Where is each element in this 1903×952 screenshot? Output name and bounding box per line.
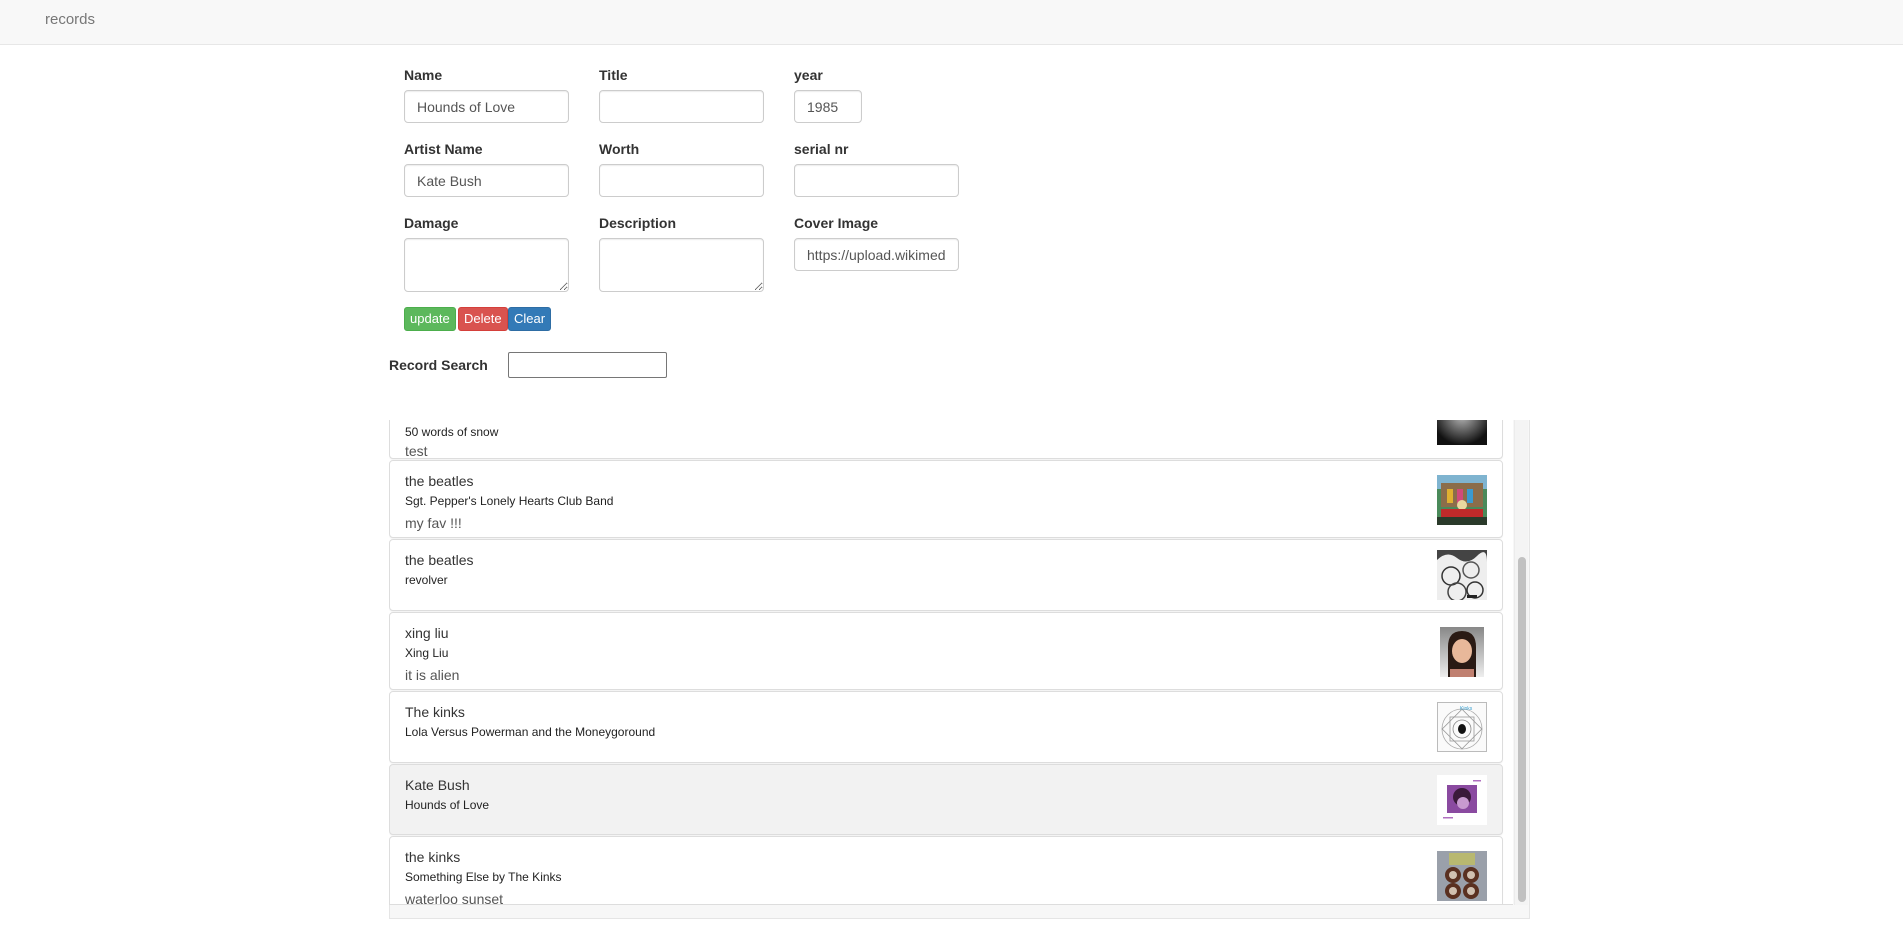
- record-description: test: [405, 443, 428, 459]
- cover-image-label: Cover Image: [794, 215, 879, 231]
- artist-name-input[interactable]: [404, 164, 569, 197]
- record-description: waterloo sunset: [405, 891, 504, 905]
- serial-nr-input[interactable]: [794, 164, 959, 197]
- record-search-input[interactable]: [508, 352, 667, 378]
- record-title: revolver: [405, 573, 448, 587]
- record-title: Hounds of Love: [405, 798, 490, 812]
- description-textarea[interactable]: [599, 238, 764, 292]
- record-title: Lola Versus Powerman and the Moneygoroun…: [405, 725, 656, 739]
- record-artist: the beatles: [405, 473, 474, 489]
- scrollbar-thumb[interactable]: [1518, 557, 1526, 902]
- record-artist: Kate Bush: [405, 777, 470, 793]
- something-else-cover-icon: [1437, 851, 1487, 901]
- portrait-photo-icon: [1440, 627, 1484, 677]
- record-item[interactable]: the beatles Sgt. Pepper's Lonely Hearts …: [389, 460, 1503, 538]
- svg-text:Kinks: Kinks: [1460, 706, 1473, 712]
- hounds-of-love-cover-icon: [1437, 775, 1487, 825]
- sgt-pepper-cover-icon: [1437, 475, 1487, 525]
- clear-button[interactable]: Clear: [508, 307, 552, 331]
- record-title: Sgt. Pepper's Lonely Hearts Club Band: [405, 494, 614, 508]
- worth-input[interactable]: [599, 164, 764, 197]
- year-input[interactable]: [794, 90, 862, 123]
- records-scrollbar[interactable]: [1514, 420, 1528, 905]
- dark-gray-cover-icon: [1437, 420, 1487, 445]
- update-button[interactable]: update: [404, 307, 456, 331]
- damage-textarea[interactable]: [404, 238, 569, 292]
- lola-cover-icon: Kinks: [1437, 702, 1487, 752]
- records-list[interactable]: 50 words of snow test the beatles Sgt. P…: [389, 420, 1513, 905]
- delete-button[interactable]: Delete: [458, 307, 508, 331]
- damage-label: Damage: [404, 215, 459, 231]
- record-item[interactable]: the kinks Something Else by The Kinks wa…: [389, 836, 1503, 905]
- title-label: Title: [599, 67, 628, 83]
- record-item[interactable]: 50 words of snow test: [389, 420, 1503, 459]
- description-label: Description: [599, 215, 677, 231]
- worth-label: Worth: [599, 141, 640, 157]
- artist-name-label: Artist Name: [404, 141, 483, 157]
- serial-nr-label: serial nr: [794, 141, 849, 157]
- record-description: it is alien: [405, 667, 460, 683]
- year-label: year: [794, 67, 823, 83]
- navbar: records: [0, 0, 1903, 45]
- record-title: Something Else by The Kinks: [405, 870, 562, 884]
- record-artist: the kinks: [405, 849, 461, 865]
- record-artist: the beatles: [405, 552, 474, 568]
- brand-link[interactable]: records: [45, 11, 95, 28]
- record-title: 50 words of snow: [405, 425, 499, 439]
- record-search-label: Record Search: [389, 357, 488, 373]
- revolver-cover-icon: [1437, 550, 1487, 600]
- record-item[interactable]: The kinks Lola Versus Powerman and the M…: [389, 691, 1503, 763]
- record-title: Xing Liu: [405, 646, 449, 660]
- record-item[interactable]: xing liu Xing Liu it is alien: [389, 612, 1503, 690]
- record-item[interactable]: the beatles revolver: [389, 539, 1503, 611]
- record-item-selected[interactable]: Kate Bush Hounds of Love: [389, 764, 1503, 835]
- record-description: my fav !!!: [405, 515, 462, 531]
- title-input[interactable]: [599, 90, 764, 123]
- cover-image-input[interactable]: [794, 238, 959, 271]
- record-artist: The kinks: [405, 704, 465, 720]
- record-artist: xing liu: [405, 625, 449, 641]
- name-input[interactable]: [404, 90, 569, 123]
- name-label: Name: [404, 67, 443, 83]
